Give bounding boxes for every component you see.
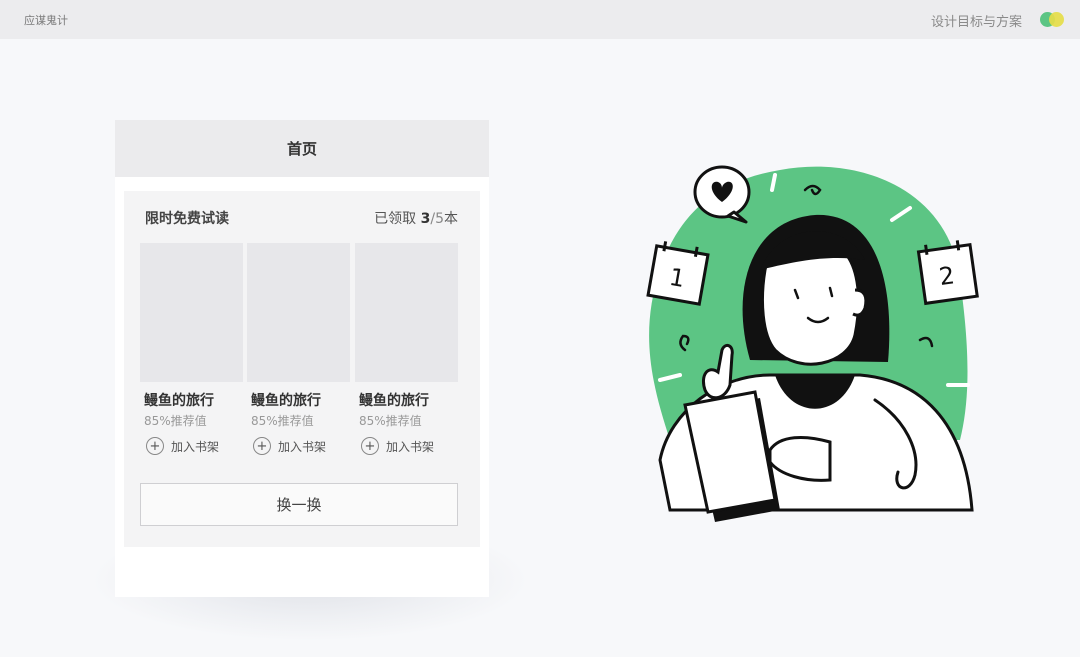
- add-to-shelf-label: 加入书架: [171, 439, 220, 454]
- add-to-shelf-button[interactable]: + 加入书架: [140, 437, 243, 455]
- phone-mockup: 首页 限时免费试读 已领取 3/5本 鳗鱼的旅行 85%推荐值 + 加入书架 鳗…: [115, 120, 489, 597]
- book-item[interactable]: 鳗鱼的旅行 85%推荐值 + 加入书架: [247, 243, 350, 455]
- book-item[interactable]: 鳗鱼的旅行 85%推荐值 + 加入书架: [140, 243, 243, 455]
- claimed-total: 5: [435, 211, 444, 227]
- reading-person-illustration: 1 2: [646, 165, 979, 522]
- calendar-icon: 2: [916, 240, 979, 306]
- book-title[interactable]: 鳗鱼的旅行: [355, 390, 458, 410]
- book-rating: 85%推荐值: [144, 414, 207, 428]
- add-to-shelf-button[interactable]: + 加入书架: [247, 437, 350, 455]
- section-topic: 设计目标与方案: [930, 15, 1022, 30]
- claimed-count: 已领取 3/5本: [374, 208, 458, 228]
- book-cover[interactable]: [140, 243, 243, 382]
- page-title: 首页: [286, 140, 317, 158]
- book-rating: 85%推荐值: [359, 414, 422, 428]
- plus-icon: +: [146, 437, 164, 455]
- claimed-suffix: 本: [444, 211, 458, 227]
- book-cover[interactable]: [247, 243, 350, 382]
- book-title[interactable]: 鳗鱼的旅行: [247, 390, 350, 410]
- book-rating: 85%推荐值: [251, 414, 314, 428]
- top-bar: 应谋鬼计 设计目标与方案: [0, 0, 1080, 39]
- claimed-prefix: 已领取: [374, 211, 417, 227]
- add-to-shelf-label: 加入书架: [278, 439, 327, 454]
- page-header: 首页: [115, 120, 489, 177]
- book-cover[interactable]: [355, 243, 458, 382]
- card-title: 限时免费试读: [145, 211, 229, 227]
- book-title[interactable]: 鳗鱼的旅行: [140, 390, 243, 410]
- plus-icon: +: [253, 437, 271, 455]
- yellow-dot-icon: [1049, 12, 1064, 27]
- brand-dots: [1040, 12, 1066, 27]
- swap-button[interactable]: 换一换: [140, 483, 458, 526]
- book-item[interactable]: 鳗鱼的旅行 85%推荐值 + 加入书架: [355, 243, 458, 455]
- ear-shape: [852, 288, 868, 317]
- claimed-value: 3: [420, 211, 431, 227]
- free-trial-card: 限时免费试读 已领取 3/5本 鳗鱼的旅行 85%推荐值 + 加入书架 鳗鱼的旅…: [124, 191, 480, 547]
- plus-icon: +: [361, 437, 379, 455]
- add-to-shelf-label: 加入书架: [386, 439, 435, 454]
- brand-label: 应谋鬼计: [24, 14, 68, 27]
- add-to-shelf-button[interactable]: + 加入书架: [355, 437, 458, 455]
